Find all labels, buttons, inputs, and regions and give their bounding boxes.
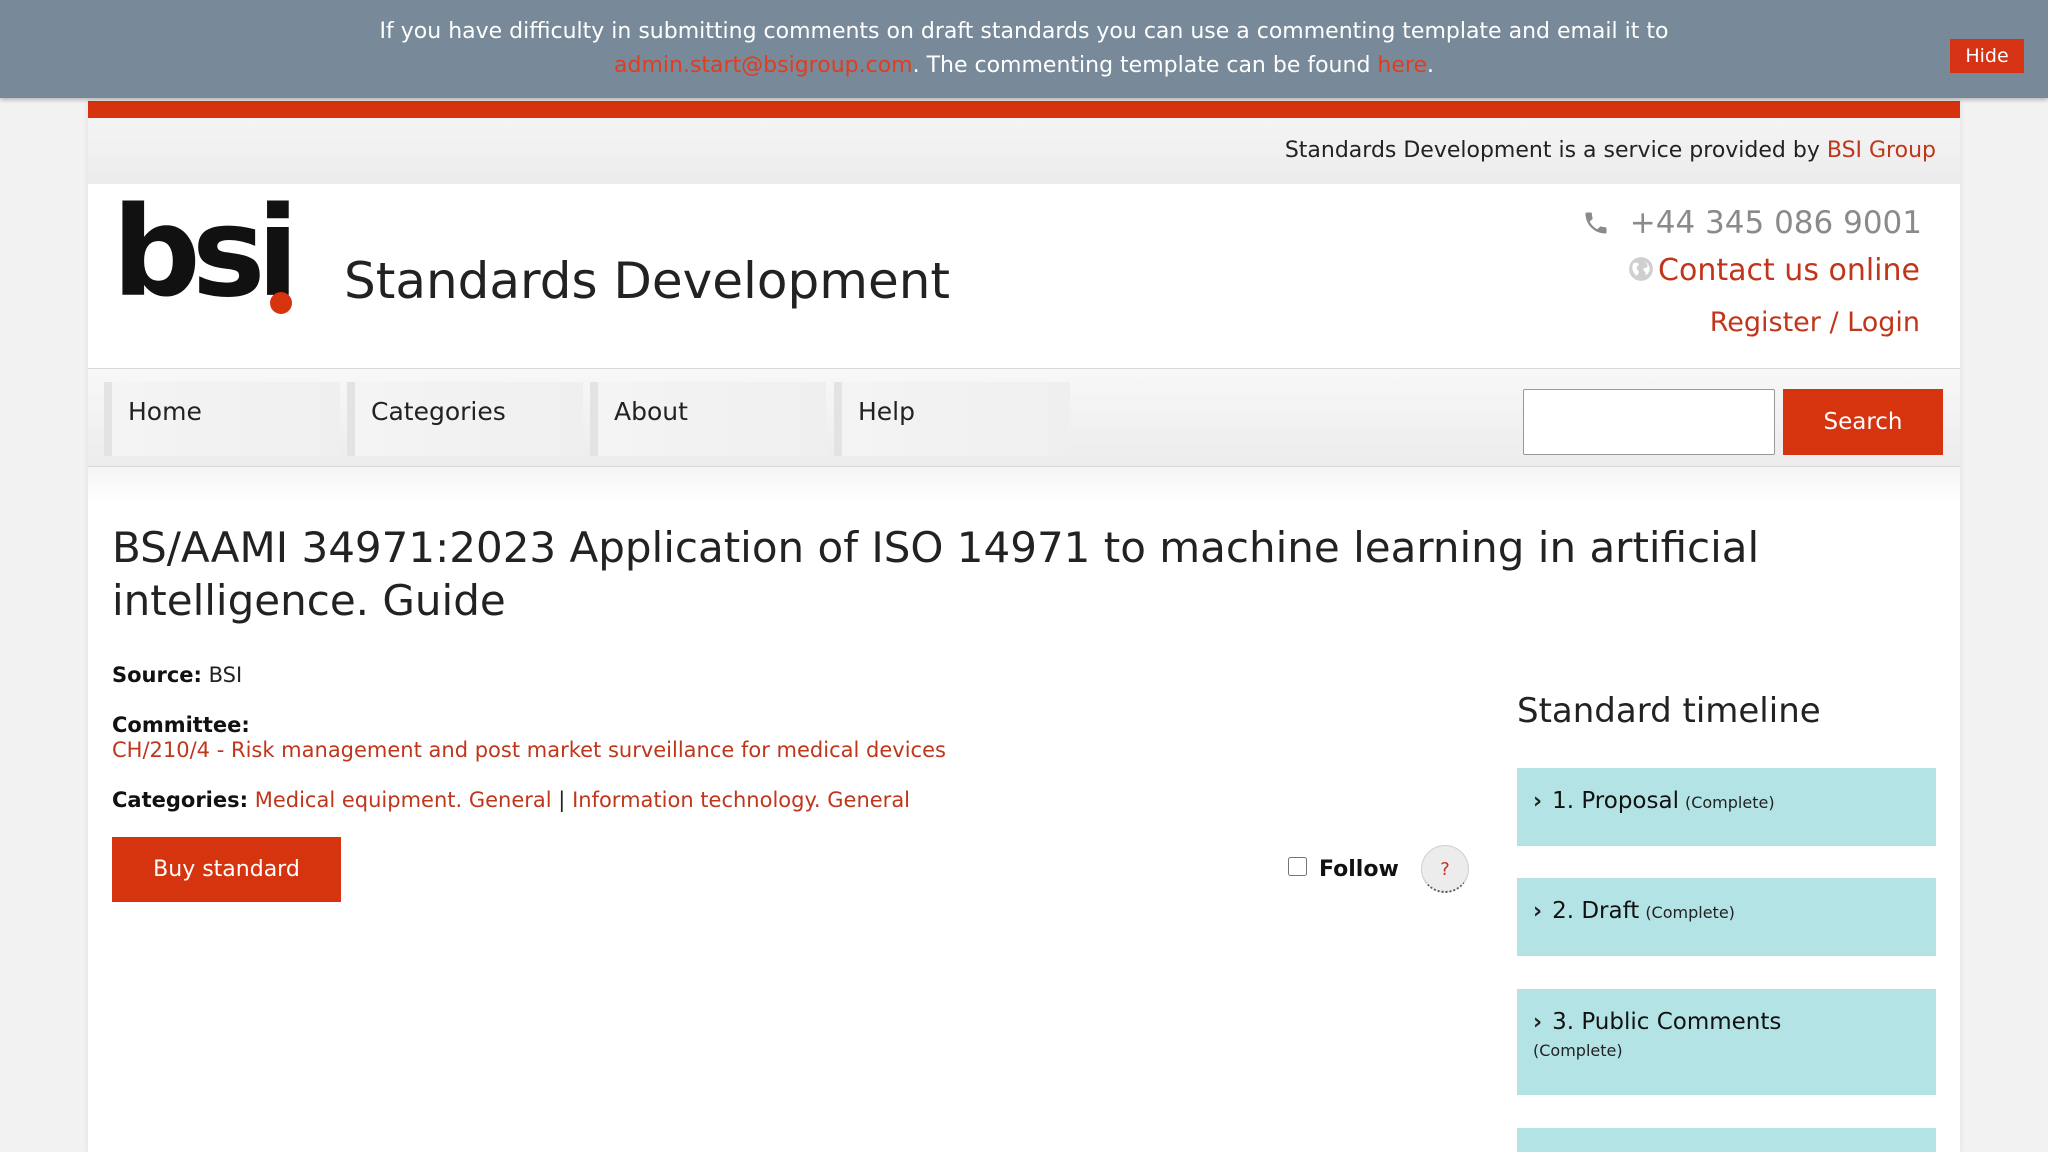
timeline-item-label: 3. Public Comments [1552,1009,1782,1035]
follow-help-button[interactable]: ? [1421,845,1469,893]
notice-banner: If you have difficulty in submitting com… [0,0,2048,98]
contact-online-link[interactable]: Contact us online [1658,251,1920,291]
nav-item-home[interactable]: Home [104,382,340,456]
notice-email-link[interactable]: admin.start@bsigroup.com [614,53,913,78]
search-input[interactable] [1523,389,1775,455]
committee-field: Committee: [112,711,250,739]
chevron-right-icon: › [1533,789,1543,814]
timeline-item-label: 1. Proposal [1552,788,1679,814]
site-title: Standards Development [344,252,951,310]
timeline-item-public-comments[interactable]: › 3. Public Comments (Complete) [1517,989,1936,1095]
main-nav: Home Categories About Help Search [88,368,1960,467]
committee-label: Committee: [112,713,250,737]
service-strip: Standards Development is a service provi… [88,118,1960,184]
notice-line1: If you have difficulty in submitting com… [379,19,1669,44]
phone-number: +44 345 086 9001 [1629,205,1922,241]
category-link-it[interactable]: Information technology. General [572,788,910,812]
register-login-link[interactable]: Register / Login [1710,305,1920,341]
timeline-item-next[interactable] [1517,1128,1936,1152]
categories-label: Categories: [112,788,249,812]
standard-title: BS/AAMI 34971:2023 Application of ISO 14… [112,523,1760,625]
follow-checkbox[interactable] [1288,856,1307,876]
categories-field: Categories: Medical equipment. General |… [112,786,910,814]
logo-wordmark: bsi [112,181,299,325]
nav-item-categories[interactable]: Categories [347,382,583,456]
nav-item-about[interactable]: About [590,382,826,456]
notice-line2-end: . [1426,53,1434,78]
buy-standard-button[interactable]: Buy standard [112,837,341,902]
notice-template-link[interactable]: here [1377,53,1427,78]
timeline-item-status: (Complete) [1645,903,1735,922]
service-text: Standards Development is a service provi… [1284,138,1827,163]
category-link-medical[interactable]: Medical equipment. General [255,788,552,812]
notice-line2: . The commenting template can be found [912,53,1378,78]
timeline-item-label: 2. Draft [1552,898,1640,924]
hide-notice-button[interactable]: Hide [1950,39,2024,73]
chevron-right-icon: › [1533,899,1543,924]
source-value: BSI [208,663,243,687]
follow-label: Follow [1319,857,1399,882]
notice-text: If you have difficulty in submitting com… [0,15,2048,83]
globe-icon [1629,257,1653,281]
search-button[interactable]: Search [1783,389,1943,455]
phone-icon [1585,212,1607,234]
page-container: Standards Development is a service provi… [88,101,1960,1152]
bsi-logo[interactable]: bsi [112,183,299,323]
brand-bar [88,101,1960,118]
committee-link[interactable]: CH/210/4 - Risk management and post mark… [112,736,946,764]
timeline-item-status: (Complete) [1684,793,1775,812]
follow-control[interactable]: Follow [1288,855,1399,885]
category-separator: | [558,788,566,812]
nav-item-help[interactable]: Help [834,382,1070,456]
bsi-group-link[interactable]: BSI Group [1827,138,1936,163]
timeline-title: Standard timeline [1517,691,1821,731]
source-label: Source: [112,663,202,687]
chevron-right-icon: › [1533,1010,1543,1035]
logo-dot [270,292,292,314]
content-divider [88,467,1960,503]
timeline-item-status: (Complete) [1533,1041,1623,1060]
timeline-item-proposal[interactable]: › 1. Proposal (Complete) [1517,768,1936,846]
source-field: Source: BSI [112,661,242,689]
timeline-item-draft[interactable]: › 2. Draft (Complete) [1517,878,1936,956]
